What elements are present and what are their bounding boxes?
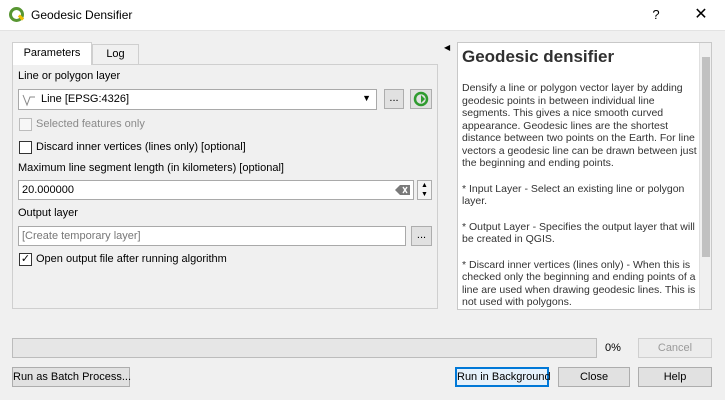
collapse-arrow-icon[interactable]: ◀ [444, 43, 450, 52]
chevron-down-icon: ▼ [362, 93, 371, 103]
help-scrollbar[interactable] [699, 43, 711, 309]
open-output-checkbox[interactable]: ✓ [19, 253, 32, 266]
layer-combobox[interactable]: Line [EPSG:4326] ▼ [18, 89, 377, 110]
help-paragraph: * Input Layer - Select an existing line … [462, 182, 685, 208]
help-scrollbar-thumb[interactable] [702, 57, 710, 257]
progress-bar [12, 338, 597, 358]
run-in-background-button[interactable]: Run in Background [455, 367, 551, 387]
output-placeholder: [Create temporary layer] [22, 230, 141, 242]
output-layer-label: Output layer [18, 207, 78, 219]
selected-only-checkbox[interactable] [19, 118, 32, 131]
output-layer-input[interactable]: [Create temporary layer] [18, 226, 406, 246]
open-output-label: Open output file after running algorithm [36, 253, 227, 265]
clear-field-icon[interactable] [395, 184, 411, 196]
layer-browse-button[interactable]: ... [384, 89, 404, 109]
help-paragraph: Densify a line or polygon vector layer b… [462, 82, 697, 169]
help-title: Geodesic densifier [462, 47, 615, 66]
help-paragraph: * Discard inner vertices (lines only) - … [462, 258, 696, 309]
help-paragraph: * Output Layer - Specifies the output la… [462, 220, 695, 246]
tab-log[interactable]: Log [92, 44, 139, 64]
progress-percent: 0% [605, 342, 621, 354]
max-length-input[interactable]: 20.000000 [18, 180, 414, 200]
parameters-panel: Line or polygon layer Line [EPSG:4326] ▼… [12, 64, 438, 309]
help-button[interactable]: Help [638, 367, 712, 387]
discard-vertices-label: Discard inner vertices (lines only) [opt… [36, 141, 246, 153]
window-title: Geodesic Densifier [31, 8, 133, 22]
help-panel: Geodesic densifier Densify a line or pol… [457, 42, 712, 310]
max-length-label: Maximum line segment length (in kilomete… [18, 162, 284, 174]
title-bar: Geodesic Densifier ? ✕ [0, 0, 725, 31]
tab-parameters[interactable]: Parameters [12, 42, 92, 65]
help-question-button[interactable]: ? [641, 4, 671, 26]
spin-down-icon[interactable]: ▼ [418, 190, 431, 199]
output-browse-button[interactable]: ... [411, 226, 432, 246]
iterate-layer-button[interactable] [410, 89, 432, 109]
layer-label: Line or polygon layer [18, 70, 121, 82]
discard-vertices-checkbox[interactable] [19, 141, 32, 154]
cancel-button[interactable]: Cancel [638, 338, 712, 358]
run-batch-button[interactable]: Run as Batch Process... [12, 367, 131, 387]
window-close-button[interactable]: ✕ [686, 4, 716, 26]
max-length-spinner[interactable]: ▲ ▼ [417, 180, 432, 200]
selected-only-label: Selected features only [36, 118, 145, 130]
layer-value: Line [EPSG:4326] [41, 93, 130, 105]
qgis-logo-icon [9, 7, 25, 22]
line-layer-icon [22, 94, 35, 107]
iterate-green-icon [413, 91, 429, 107]
max-length-value: 20.000000 [22, 184, 74, 196]
spin-up-icon[interactable]: ▲ [418, 181, 431, 190]
close-button[interactable]: Close [558, 367, 630, 387]
help-text: Densify a line or polygon vector layer b… [462, 82, 698, 309]
